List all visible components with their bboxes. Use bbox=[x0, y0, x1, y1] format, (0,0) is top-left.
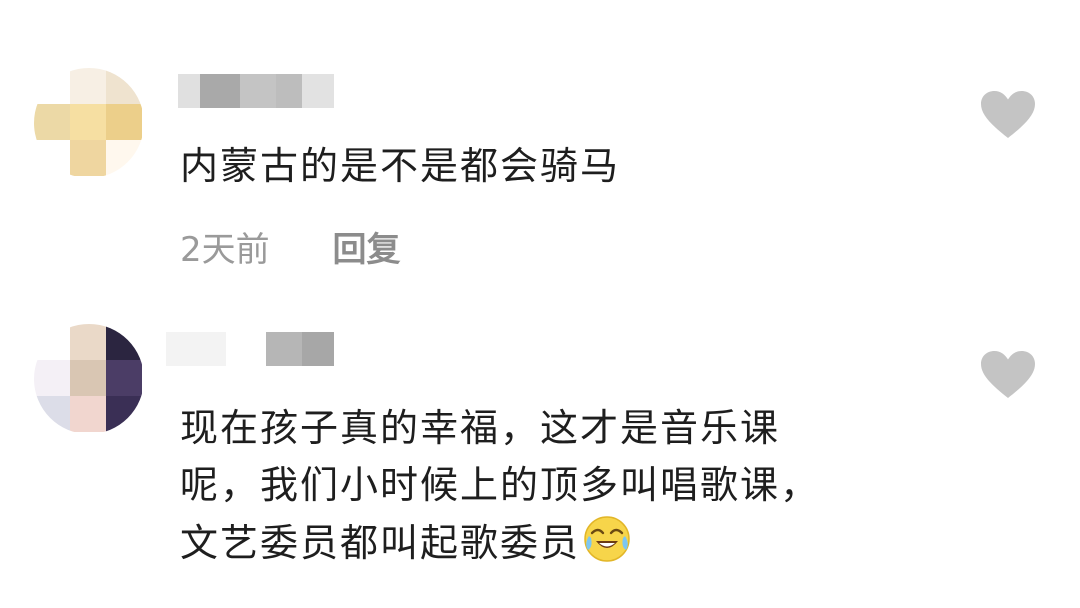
username-blurred[interactable] bbox=[178, 74, 338, 110]
comment-text-line: 现在孩子真的幸福，这才是音乐课 bbox=[180, 406, 781, 450]
username-blurred[interactable] bbox=[166, 332, 338, 368]
comment-timestamp: 2天前 bbox=[180, 230, 270, 270]
comment-text-line: 呢，我们小时候上的顶多叫唱歌课， bbox=[180, 463, 821, 507]
comment-text-line-content: 文艺委员都叫起歌委员 bbox=[180, 521, 581, 565]
laugh-cry-emoji-icon bbox=[582, 514, 632, 564]
comment-text-line: 内蒙古的是不是都会骑马 bbox=[180, 144, 621, 188]
avatar[interactable] bbox=[34, 324, 144, 434]
comment-text: 现在孩子真的幸福，这才是音乐课 呢，我们小时候上的顶多叫唱歌课， 文艺委员都叫起… bbox=[180, 400, 820, 572]
comment-meta: 2天前 回复 bbox=[180, 222, 400, 271]
heart-icon[interactable] bbox=[980, 350, 1036, 400]
reply-button[interactable]: 回复 bbox=[332, 222, 400, 271]
avatar[interactable] bbox=[34, 68, 144, 178]
heart-icon[interactable] bbox=[980, 90, 1036, 140]
comment-text-line: 文艺委员都叫起歌委员 bbox=[180, 514, 820, 572]
comment-text: 内蒙古的是不是都会骑马 bbox=[180, 138, 620, 195]
